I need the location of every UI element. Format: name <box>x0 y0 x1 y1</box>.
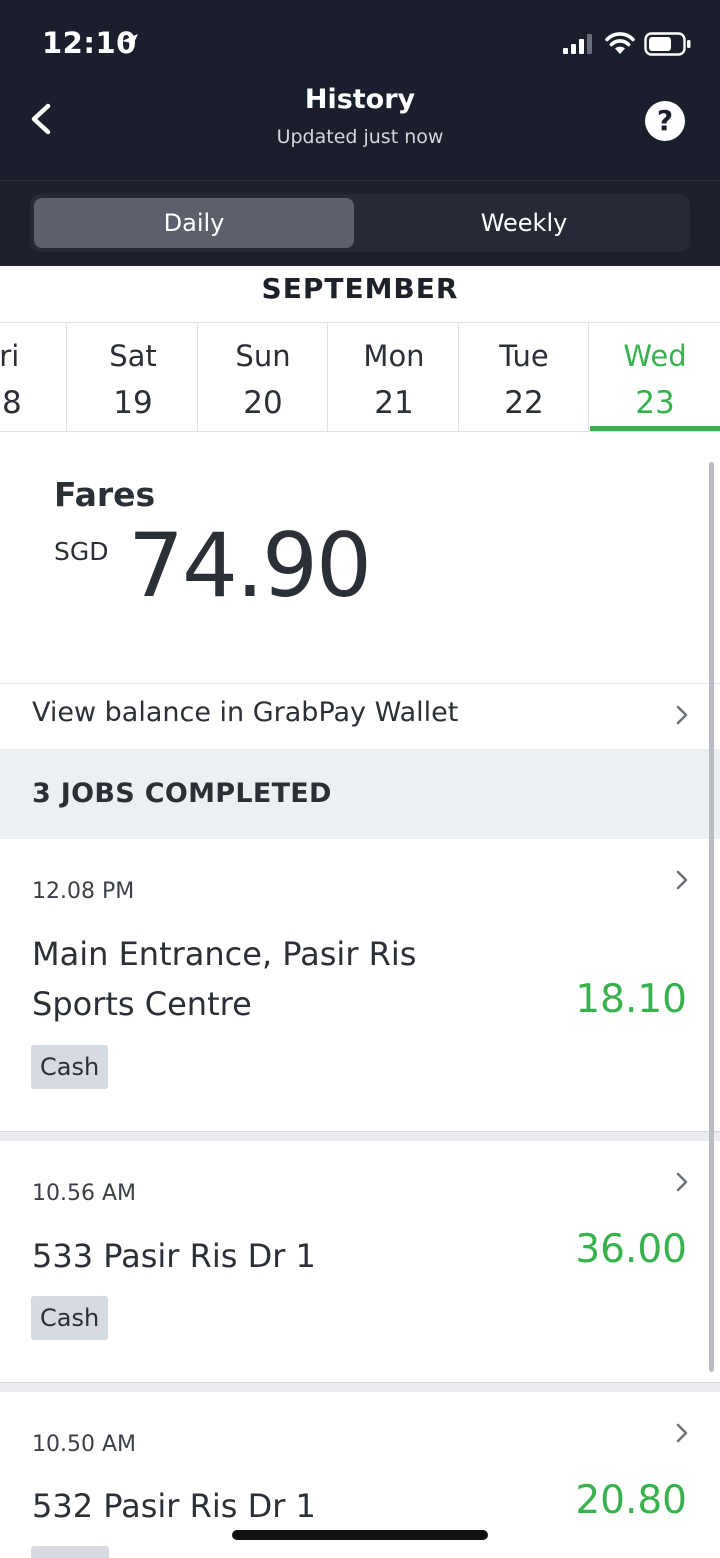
period-tabs: Daily Weekly <box>30 194 690 252</box>
month-label: SEPTEMBER <box>261 272 459 305</box>
fares-currency: SGD <box>54 537 109 566</box>
job-fare-amount: 36.00 <box>575 1227 687 1272</box>
day-mon-21[interactable]: Mon 21 <box>329 323 459 431</box>
battery-icon <box>644 32 691 56</box>
job-card[interactable]: 12.08 PM Main Entrance, Pasir Ris Sports… <box>0 839 720 1131</box>
help-button[interactable]: ? <box>645 101 685 141</box>
card-divider <box>0 1382 720 1392</box>
date-strip[interactable]: Fri 18 Sat 19 Sun 20 Mon 21 Tue 22 Wed 2… <box>0 322 720 432</box>
wallet-link-label: View balance in GrabPay Wallet <box>32 697 459 728</box>
day-of-week: Tue <box>499 339 549 373</box>
status-bar: 12:10 <box>0 0 720 82</box>
day-fri-18[interactable]: Fri 18 <box>0 323 67 431</box>
jobs-completed-label: 3 JOBS COMPLETED <box>32 778 332 809</box>
job-time: 10.50 AM <box>32 1432 137 1457</box>
job-location: 532 Pasir Ris Dr 1 <box>32 1487 316 1525</box>
cellular-signal-icon <box>563 34 592 54</box>
wifi-icon <box>605 32 635 54</box>
day-of-week: Fri <box>0 339 20 373</box>
payment-badge <box>31 1546 109 1558</box>
day-of-week: Sun <box>235 339 291 373</box>
scrollbar-thumb[interactable] <box>709 462 714 1372</box>
job-location-line1: Main Entrance, Pasir Ris <box>32 935 417 973</box>
tab-weekly[interactable]: Weekly <box>364 198 684 248</box>
day-number: 22 <box>504 385 544 421</box>
period-tabs-bar: Daily Weekly <box>0 180 720 266</box>
job-location: Main Entrance, Pasir Ris Sports Centre <box>32 929 492 1029</box>
job-location: 533 Pasir Ris Dr 1 <box>32 1237 316 1275</box>
chevron-right-icon <box>676 1172 688 1192</box>
day-number: 18 <box>0 385 22 421</box>
grabpay-wallet-link[interactable]: View balance in GrabPay Wallet <box>0 683 720 749</box>
day-wed-23-selected[interactable]: Wed 23 <box>590 323 720 431</box>
location-arrow-icon <box>122 34 138 50</box>
page-title: History <box>304 84 416 115</box>
job-location-line2: Sports Centre <box>32 985 252 1023</box>
chevron-right-icon <box>676 1423 688 1443</box>
day-of-week: Wed <box>623 339 687 373</box>
nav-bar: History Updated just now ? <box>0 82 720 180</box>
day-tue-22[interactable]: Tue 22 <box>459 323 589 431</box>
selected-day-underline <box>590 426 720 431</box>
job-time: 12.08 PM <box>32 879 135 904</box>
tab-daily[interactable]: Daily <box>34 198 354 248</box>
chevron-right-icon <box>676 870 688 890</box>
day-of-week: Mon <box>363 339 425 373</box>
job-fare-amount: 18.10 <box>575 977 687 1022</box>
chevron-right-icon <box>676 705 688 725</box>
page-subtitle: Updated just now <box>276 126 444 148</box>
card-divider <box>0 1131 720 1141</box>
day-number: 20 <box>243 385 283 421</box>
job-time: 10.56 AM <box>32 1181 137 1206</box>
fares-amount: 74.90 <box>128 514 372 617</box>
home-indicator[interactable] <box>232 1530 488 1540</box>
day-sat-19[interactable]: Sat 19 <box>68 323 198 431</box>
day-number: 19 <box>113 385 153 421</box>
day-number: 21 <box>374 385 414 421</box>
fares-label: Fares <box>54 475 156 514</box>
payment-badge: Cash <box>31 1045 109 1089</box>
day-sun-20[interactable]: Sun 20 <box>198 323 328 431</box>
day-of-week: Sat <box>109 339 157 373</box>
question-mark-icon: ? <box>656 104 674 137</box>
job-fare-amount: 20.80 <box>575 1478 687 1523</box>
payment-badge: Cash <box>31 1296 109 1340</box>
job-card[interactable]: 10.56 AM 533 Pasir Ris Dr 1 36.00 Cash <box>0 1141 720 1383</box>
jobs-completed-header: 3 JOBS COMPLETED <box>0 749 720 839</box>
day-number: 23 <box>635 385 675 421</box>
